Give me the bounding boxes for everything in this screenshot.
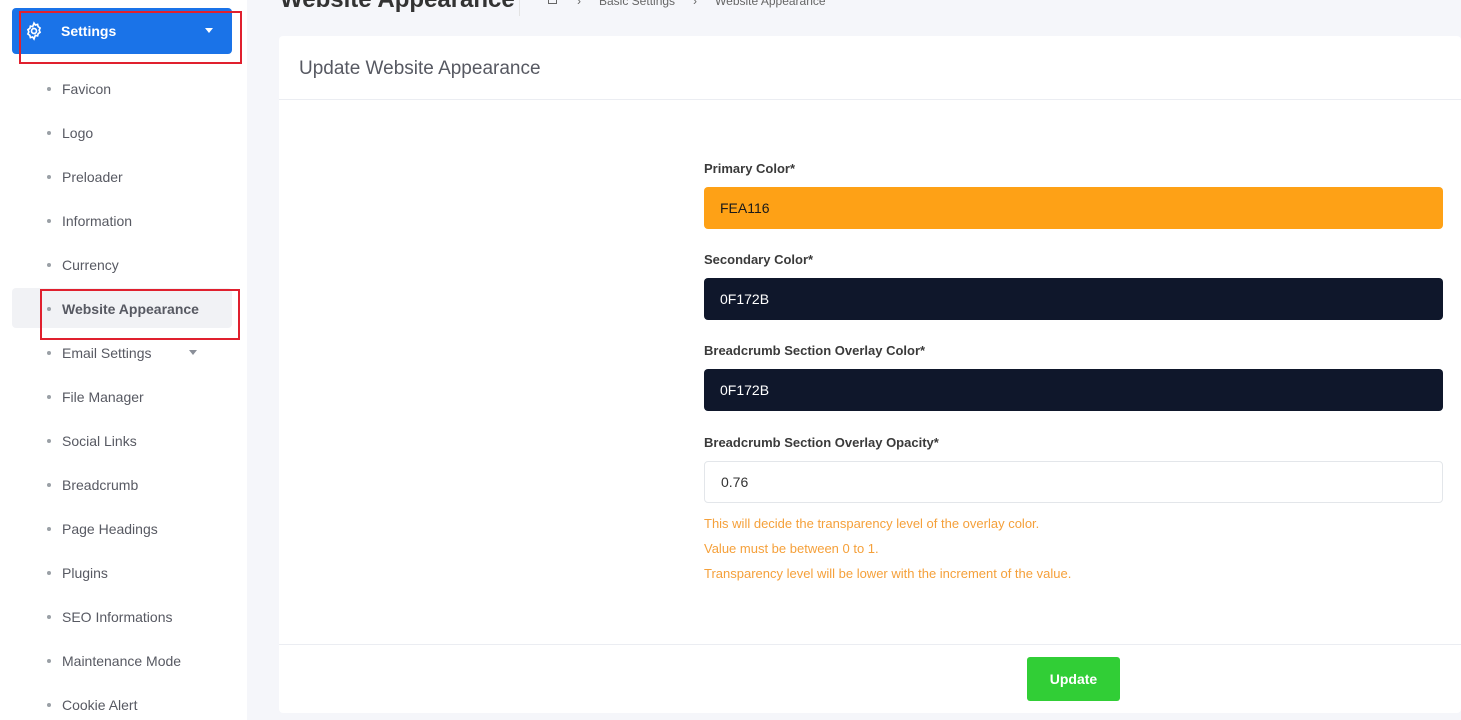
sidebar-item-label: Preloader (62, 169, 123, 185)
bullet-icon (47, 131, 51, 135)
sidebar-item-label: File Manager (62, 389, 144, 405)
sidebar-item-maintenance-mode[interactable]: Maintenance Mode (12, 640, 232, 680)
overlay-opacity-input[interactable]: 0.76 (704, 461, 1443, 503)
sidebar-item-breadcrumb[interactable]: Breadcrumb (12, 464, 232, 504)
bullet-icon (47, 527, 51, 531)
appearance-form-card: Update Website Appearance Primary Color*… (279, 36, 1461, 713)
overlay-opacity-group: Breadcrumb Section Overlay Opacity* 0.76 (704, 435, 1443, 503)
bullet-icon (47, 175, 51, 179)
sidebar-item-preloader[interactable]: Preloader (12, 156, 232, 196)
sidebar-item-label: Page Headings (62, 521, 158, 537)
secondary-color-label: Secondary Color* (704, 252, 814, 267)
bullet-icon (47, 439, 51, 443)
bullet-icon (47, 219, 51, 223)
breadcrumb-separator: › (577, 0, 581, 8)
bullet-icon (47, 483, 51, 487)
sidebar-item-cookie-alert[interactable]: Cookie Alert (12, 684, 232, 720)
sidebar: Settings Favicon Logo Preloader Informat… (0, 0, 247, 720)
help-text: Transparency level will be lower with th… (704, 566, 1072, 581)
overlay-color-group: Breadcrumb Section Overlay Color* 0F172B (704, 343, 1443, 411)
sidebar-item-currency[interactable]: Currency (12, 244, 232, 284)
page-title: Website Appearance (280, 0, 515, 14)
bullet-icon (47, 703, 51, 707)
sidebar-item-label: Breadcrumb (62, 477, 139, 493)
bullet-icon (47, 395, 51, 399)
bullet-icon (47, 263, 51, 267)
bullet-icon (47, 87, 51, 91)
caret-down-icon (189, 350, 197, 355)
sidebar-item-file-manager[interactable]: File Manager (12, 376, 232, 416)
annotation-highlight-box (19, 11, 242, 64)
sidebar-item-logo[interactable]: Logo (12, 112, 232, 152)
help-text: Value must be between 0 to 1. (704, 541, 879, 556)
annotation-highlight-box (40, 289, 240, 340)
home-icon[interactable] (546, 0, 559, 4)
primary-color-input[interactable]: FEA116 (704, 187, 1443, 229)
sidebar-item-label: Favicon (62, 81, 112, 97)
sidebar-item-seo-informations[interactable]: SEO Informations (12, 596, 232, 636)
bullet-icon (47, 571, 51, 575)
sidebar-item-label: Information (62, 213, 133, 229)
card-header: Update Website Appearance (279, 36, 1461, 100)
sidebar-item-label: Currency (62, 257, 119, 273)
sidebar-item-label: Maintenance Mode (62, 653, 182, 669)
bullet-icon (47, 351, 51, 355)
card-title: Update Website Appearance (299, 58, 541, 79)
sidebar-item-label: Plugins (62, 565, 108, 581)
sidebar-item-label: Cookie Alert (62, 697, 138, 713)
bullet-icon (47, 615, 51, 619)
sidebar-item-favicon[interactable]: Favicon (12, 68, 232, 108)
breadcrumb-separator: › (693, 0, 698, 8)
primary-color-group: Primary Color* FEA116 (704, 161, 1443, 229)
secondary-color-input[interactable]: 0F172B (704, 278, 1443, 320)
update-button[interactable]: Update (1027, 657, 1120, 701)
breadcrumb-item[interactable]: Basic Settings (599, 0, 675, 8)
secondary-color-group: Secondary Color* 0F172B (704, 252, 1443, 320)
sidebar-item-social-links[interactable]: Social Links (12, 420, 232, 460)
sidebar-item-page-headings[interactable]: Page Headings (12, 508, 232, 548)
card-footer (279, 644, 1461, 713)
primary-color-label: Primary Color* (704, 161, 796, 176)
sidebar-item-label: Logo (62, 125, 94, 141)
breadcrumb: › Basic Settings › Website Appearance (546, 0, 826, 8)
header-divider (519, 0, 520, 16)
sidebar-item-label: SEO Informations (62, 609, 173, 625)
overlay-color-input[interactable]: 0F172B (704, 369, 1443, 411)
bullet-icon (47, 659, 51, 663)
sidebar-item-label: Social Links (62, 433, 137, 449)
help-text: This will decide the transparency level … (704, 516, 1040, 531)
sidebar-item-plugins[interactable]: Plugins (12, 552, 232, 592)
breadcrumb-item: Website Appearance (715, 0, 826, 8)
sidebar-item-label: Email Settings (62, 345, 152, 361)
overlay-opacity-label: Breadcrumb Section Overlay Opacity* (704, 435, 939, 450)
overlay-color-label: Breadcrumb Section Overlay Color* (704, 343, 926, 358)
sidebar-item-information[interactable]: Information (12, 200, 232, 240)
